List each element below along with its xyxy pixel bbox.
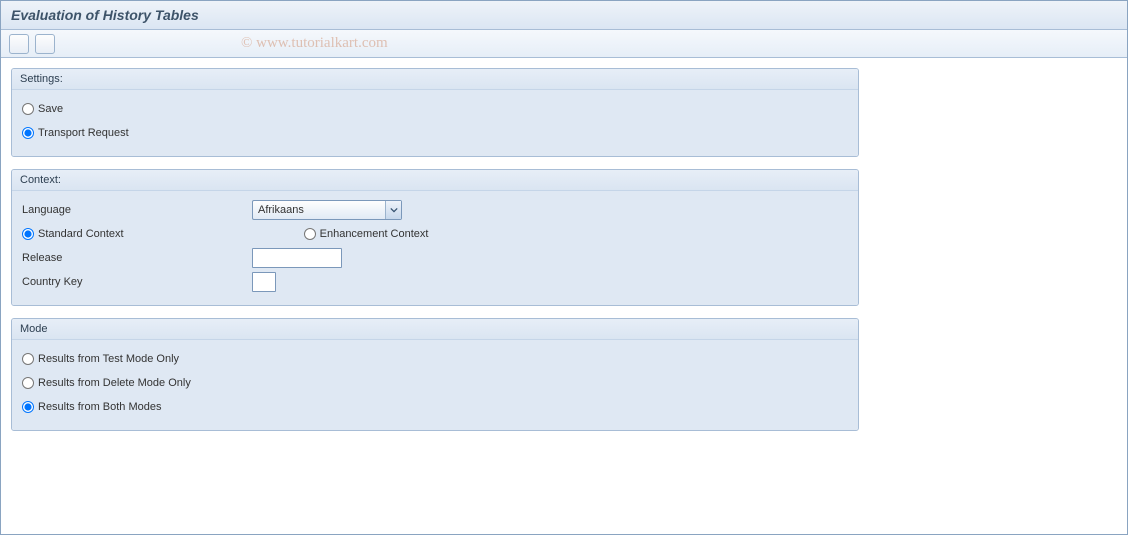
release-label: Release bbox=[22, 252, 252, 264]
mode-test-radio[interactable] bbox=[22, 353, 34, 365]
execute-button[interactable] bbox=[9, 34, 29, 54]
language-combo[interactable]: Afrikaans bbox=[252, 200, 402, 220]
chevron-down-icon bbox=[385, 201, 401, 219]
mode-test-label: Results from Test Mode Only bbox=[38, 353, 179, 365]
mode-both-radio[interactable] bbox=[22, 401, 34, 413]
toolbar bbox=[1, 30, 1127, 58]
settings-group-header: Settings: bbox=[12, 69, 858, 90]
mode-group: Mode Results from Test Mode Only Results… bbox=[11, 318, 859, 431]
enhancement-context-option[interactable]: Enhancement Context bbox=[304, 228, 429, 240]
release-input[interactable] bbox=[252, 248, 342, 268]
mode-both-label: Results from Both Modes bbox=[38, 401, 162, 413]
country-key-label: Country Key bbox=[22, 276, 252, 288]
settings-save-radio[interactable] bbox=[22, 103, 34, 115]
mode-group-header: Mode bbox=[12, 319, 858, 340]
language-label: Language bbox=[22, 204, 252, 216]
context-group: Context: Language Afrikaans Standard Con… bbox=[11, 169, 859, 306]
standard-context-option[interactable]: Standard Context bbox=[22, 228, 124, 240]
settings-transport-radio[interactable] bbox=[22, 127, 34, 139]
mode-delete-option[interactable]: Results from Delete Mode Only bbox=[22, 377, 191, 389]
context-group-header: Context: bbox=[12, 170, 858, 191]
settings-save-label: Save bbox=[38, 103, 63, 115]
mode-delete-label: Results from Delete Mode Only bbox=[38, 377, 191, 389]
standard-context-radio[interactable] bbox=[22, 228, 34, 240]
settings-group: Settings: Save Transport Request bbox=[11, 68, 859, 157]
mode-both-option[interactable]: Results from Both Modes bbox=[22, 401, 162, 413]
mode-delete-radio[interactable] bbox=[22, 377, 34, 389]
enhancement-context-radio[interactable] bbox=[304, 228, 316, 240]
title-bar: Evaluation of History Tables bbox=[1, 1, 1127, 30]
settings-transport-label: Transport Request bbox=[38, 127, 129, 139]
info-button[interactable] bbox=[35, 34, 55, 54]
country-key-input[interactable] bbox=[252, 272, 276, 292]
mode-test-option[interactable]: Results from Test Mode Only bbox=[22, 353, 179, 365]
content-area: Settings: Save Transport Request Context… bbox=[1, 58, 1127, 453]
language-combo-value: Afrikaans bbox=[258, 204, 304, 216]
enhancement-context-label: Enhancement Context bbox=[320, 228, 429, 240]
settings-transport-option[interactable]: Transport Request bbox=[22, 127, 129, 139]
page-title: Evaluation of History Tables bbox=[11, 7, 199, 23]
settings-save-option[interactable]: Save bbox=[22, 103, 63, 115]
standard-context-label: Standard Context bbox=[38, 228, 124, 240]
